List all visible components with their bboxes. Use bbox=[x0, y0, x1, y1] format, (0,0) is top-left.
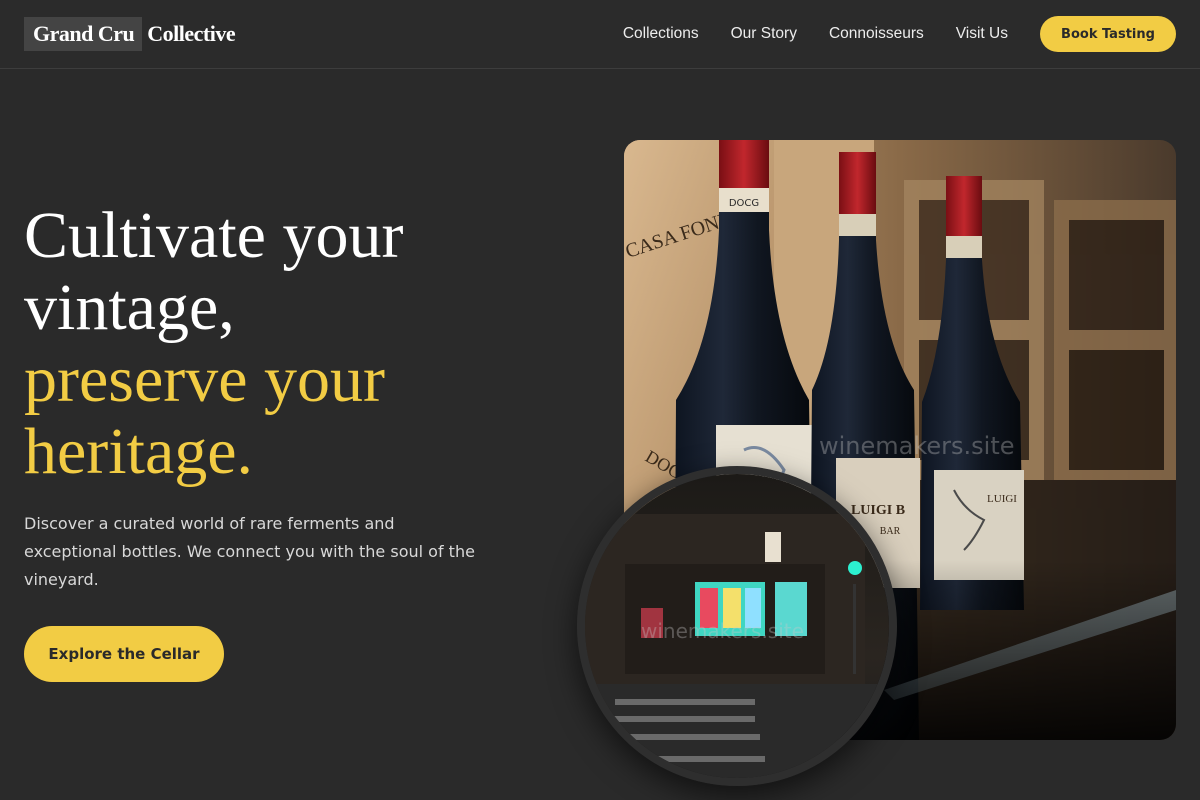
nav-visit-us[interactable]: Visit Us bbox=[956, 22, 1008, 46]
hero-description: Discover a curated world of rare ferment… bbox=[24, 514, 475, 589]
main-nav: Collections Our Story Connoisseurs Visit… bbox=[623, 22, 1008, 46]
bottle-middle-label: LUIGI B bbox=[851, 503, 905, 518]
nav-our-story[interactable]: Our Story bbox=[731, 22, 797, 46]
main-image-watermark: winemakers.site bbox=[819, 432, 1015, 460]
hero-title: Cultivate your vintage, preserve your he… bbox=[24, 200, 504, 488]
nav-connoisseurs[interactable]: Connoisseurs bbox=[829, 22, 924, 46]
hero-title-line-4: heritage. bbox=[24, 415, 254, 488]
book-tasting-button[interactable]: Book Tasting bbox=[1040, 16, 1176, 52]
bottle-right-label: LUIGI bbox=[987, 493, 1017, 505]
logo-part-1: Grand Cru bbox=[24, 17, 143, 51]
explore-cellar-button[interactable]: Explore the Cellar bbox=[24, 626, 224, 682]
site-header: Grand Cru Collective Collections Our Sto… bbox=[0, 0, 1200, 69]
logo[interactable]: Grand Cru Collective bbox=[24, 17, 236, 51]
bottle-left-label: DOCG bbox=[729, 198, 759, 209]
hero-title-line-3: preserve your bbox=[24, 343, 386, 416]
street-night-image: winemakers.site bbox=[577, 466, 897, 786]
logo-part-2: Collective bbox=[147, 21, 236, 46]
hero-title-line-1: Cultivate your bbox=[24, 199, 404, 272]
bottle-middle-sublabel: BAR bbox=[880, 526, 901, 537]
hero-title-line-2: vintage, bbox=[24, 271, 235, 344]
round-image-watermark: winemakers.site bbox=[641, 619, 804, 643]
nav-collections[interactable]: Collections bbox=[623, 22, 699, 46]
